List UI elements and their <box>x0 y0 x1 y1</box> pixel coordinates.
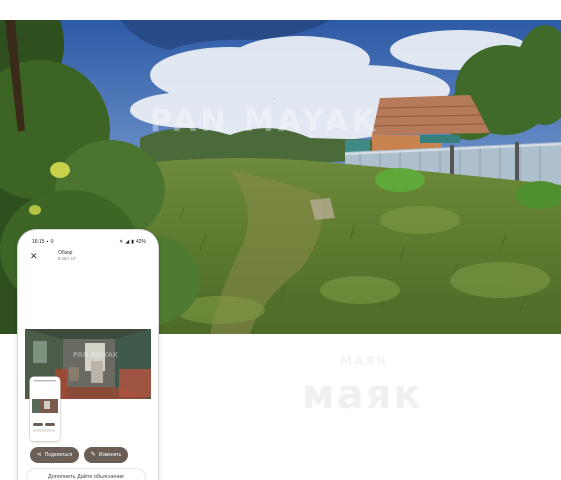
action-buttons: ⋖ Поделиться ✎ Изменить <box>30 447 150 463</box>
phone-screenshot: 16:15 ▪ ⚲ ✕ ◢ ▮ 42% ✕ Обзор 9 Окт 17 PAN… <box>18 230 158 480</box>
pencil-icon: ✎ <box>90 452 96 458</box>
screenshot-canvas: PAN MAYAK МАЯК маяк 16:15 ▪ ⚲ ✕ ◢ ▮ 42% … <box>0 0 561 480</box>
battery-level: 42% <box>135 239 146 245</box>
thumbnail-preview[interactable] <box>30 377 60 441</box>
background-logo-sub: МАЯК <box>340 354 389 368</box>
background-logo: МАЯК маяк <box>296 354 496 428</box>
share-button[interactable]: ⋖ Поделиться <box>30 447 79 463</box>
viewer-subtitle: 9 Окт 17 <box>58 256 76 261</box>
signal-icon: ◢ <box>125 239 130 245</box>
search-icon: ⚲ <box>50 239 54 245</box>
gallery-icon: ▪ <box>46 239 49 245</box>
viewer-header: ✕ Обзор 9 Окт 17 <box>26 250 150 266</box>
edit-button[interactable]: ✎ Изменить <box>84 447 128 463</box>
battery-icon: ▮ <box>131 239 134 245</box>
mute-icon: ✕ <box>119 239 124 245</box>
share-label: Поделиться <box>44 452 73 458</box>
bottom-suggestion-bar[interactable]: Дополнить Дайте обьяснение <box>27 469 145 480</box>
share-icon: ⋖ <box>36 452 42 458</box>
background-logo-text: маяк <box>302 372 423 418</box>
status-bar: 16:15 ▪ ⚲ ✕ ◢ ▮ 42% <box>32 238 146 246</box>
inner-photo-watermark: PAN MAYAK <box>73 351 119 359</box>
thumbnail-image <box>30 377 60 441</box>
status-time: 16:15 <box>32 239 45 245</box>
close-icon[interactable]: ✕ <box>30 251 38 261</box>
photo-watermark: PAN MAYAK <box>150 104 380 139</box>
edit-label: Изменить <box>98 452 122 458</box>
